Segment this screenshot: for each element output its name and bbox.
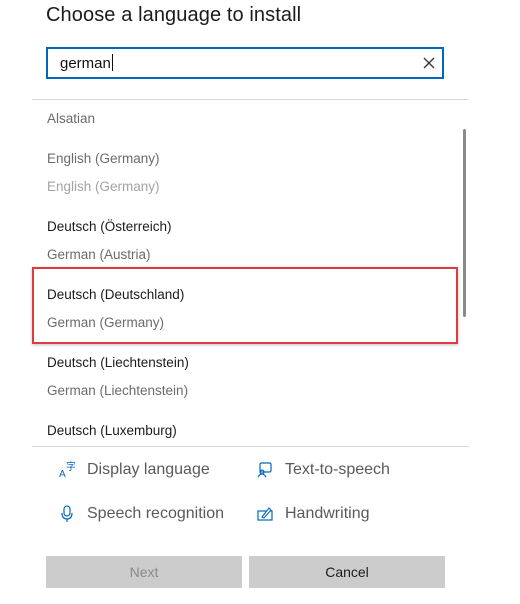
- microphone-icon: [61, 505, 73, 522]
- list-scrollbar[interactable]: [463, 129, 466, 317]
- feature-display-language-label: Display language: [87, 461, 210, 478]
- svg-text:A: A: [59, 469, 66, 479]
- next-button[interactable]: Next: [46, 556, 242, 588]
- display-language-icon: A 字: [59, 461, 75, 479]
- list-item-english-germany-sub: English (Germany): [47, 179, 160, 194]
- list-item-alsatian[interactable]: Alsatian: [47, 111, 95, 126]
- feature-speech-recognition-label: Speech recognition: [87, 505, 224, 522]
- feature-display-language: A 字 Display language: [59, 461, 210, 479]
- feature-handwriting-label: Handwriting: [285, 505, 370, 522]
- dialog-title: Choose a language to install: [46, 4, 302, 26]
- feature-speech-recognition: Speech recognition: [59, 505, 224, 523]
- list-item-german-liechtenstein: German (Liechtenstein): [47, 383, 189, 398]
- list-item-english-germany[interactable]: English (Germany): [47, 151, 160, 166]
- feature-text-to-speech: Text-to-speech: [257, 461, 390, 479]
- selection-highlight: [32, 267, 458, 344]
- text-to-speech-icon: [257, 462, 272, 478]
- svg-text:字: 字: [66, 461, 75, 473]
- list-item-deutsch-oesterreich[interactable]: Deutsch (Österreich): [47, 219, 172, 234]
- handwriting-icon: [257, 507, 273, 521]
- features-divider: [32, 446, 469, 447]
- cancel-button[interactable]: Cancel: [249, 556, 445, 588]
- feature-text-to-speech-label: Text-to-speech: [285, 461, 390, 478]
- search-input[interactable]: german: [46, 47, 444, 79]
- feature-handwriting: Handwriting: [257, 505, 369, 523]
- list-item-german-austria: German (Austria): [47, 247, 151, 262]
- list-item-deutsch-liechtenstein[interactable]: Deutsch (Liechtenstein): [47, 355, 189, 370]
- text-caret: [111, 54, 113, 71]
- close-icon[interactable]: [422, 56, 436, 70]
- list-item-deutsch-luxemburg[interactable]: Deutsch (Luxemburg): [47, 423, 177, 438]
- search-input-value[interactable]: german: [60, 54, 113, 72]
